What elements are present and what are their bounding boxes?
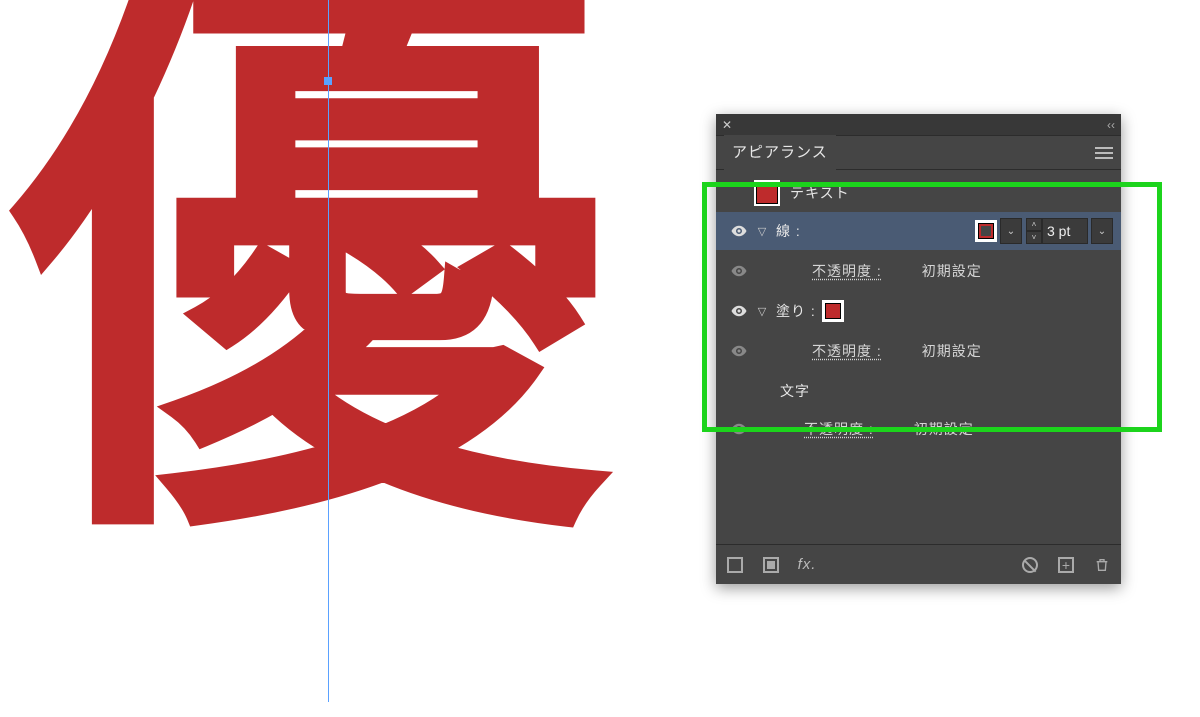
text-fill-swatch[interactable] (754, 180, 780, 206)
guide-anchor-handle[interactable] (324, 77, 332, 85)
eye-icon (730, 222, 748, 240)
characters-label: 文字 (780, 381, 810, 401)
object-opacity-row[interactable]: 不透明度 : 初期設定 (716, 410, 1121, 448)
chevron-down-icon[interactable]: ▽ (754, 225, 770, 238)
clear-appearance-icon[interactable] (1021, 556, 1039, 574)
tab-appearance[interactable]: アピアランス (724, 135, 836, 170)
visibility-toggle-fill[interactable] (724, 302, 754, 320)
stroke-opacity-value: 初期設定 (922, 261, 982, 281)
panel-menu-icon[interactable] (1091, 147, 1113, 159)
appearance-item-characters[interactable]: 文字 (716, 372, 1121, 410)
add-effect-button[interactable]: fx. (798, 556, 816, 574)
fill-label: 塗り : (776, 301, 816, 321)
stroke-weight-stepper[interactable]: ˄ ˅ (1026, 218, 1042, 244)
close-icon[interactable]: ✕ (722, 118, 732, 132)
stroke-label: 線 : (776, 221, 801, 241)
fill-opacity-value: 初期設定 (922, 341, 982, 361)
stepper-up-icon[interactable]: ˄ (1026, 218, 1042, 231)
panel-spacer (716, 448, 1121, 544)
stroke-opacity-label[interactable]: 不透明度 : (812, 261, 882, 281)
new-stroke-icon[interactable] (726, 556, 744, 574)
appearance-item-stroke[interactable]: ▽ 線 : ⌄ ˄ ˅ 3 pt ⌄ (716, 212, 1121, 250)
visibility-toggle-fill-opacity[interactable] (724, 342, 754, 360)
object-opacity-value: 初期設定 (914, 419, 974, 439)
object-opacity-label[interactable]: 不透明度 : (804, 419, 874, 439)
appearance-panel: ✕ ‹‹ アピアランス テキスト ▽ 線 : ⌄ ˄ (716, 114, 1121, 584)
duplicate-item-icon[interactable]: + (1057, 556, 1075, 574)
panel-footer: fx. + (716, 544, 1121, 584)
eye-icon (730, 302, 748, 320)
panel-tab-bar: アピアランス (716, 136, 1121, 170)
stroke-weight-dropdown[interactable]: ⌄ (1091, 218, 1113, 244)
chevron-down-icon[interactable]: ▽ (754, 305, 770, 318)
collapse-panel-icon[interactable]: ‹‹ (1107, 118, 1115, 132)
appearance-item-fill[interactable]: ▽ 塗り : (716, 292, 1121, 330)
canvas-area[interactable]: 優 (0, 0, 700, 717)
eye-icon (730, 420, 748, 438)
eye-icon (730, 262, 748, 280)
stroke-weight-field[interactable]: 3 pt (1042, 218, 1088, 244)
new-fill-icon[interactable] (762, 556, 780, 574)
stepper-down-icon[interactable]: ˅ (1026, 231, 1042, 244)
fill-opacity-label[interactable]: 不透明度 : (812, 341, 882, 361)
delete-item-icon[interactable] (1093, 556, 1111, 574)
visibility-toggle-stroke-opacity[interactable] (724, 262, 754, 280)
stroke-opacity-row[interactable]: 不透明度 : 初期設定 (716, 250, 1121, 292)
fill-color-swatch[interactable] (822, 300, 844, 322)
stroke-color-dropdown[interactable]: ⌄ (1000, 218, 1022, 244)
sample-text-glyph[interactable]: 優 (10, 0, 610, 560)
stroke-color-swatch[interactable] (975, 220, 997, 242)
visibility-toggle-object-opacity[interactable] (724, 420, 754, 438)
visibility-toggle-stroke[interactable] (724, 222, 754, 240)
eye-icon (730, 342, 748, 360)
text-label: テキスト (790, 183, 850, 203)
appearance-item-text[interactable]: テキスト (716, 174, 1121, 212)
fill-opacity-row[interactable]: 不透明度 : 初期設定 (716, 330, 1121, 372)
panel-topbar: ✕ ‹‹ (716, 114, 1121, 136)
vertical-guide[interactable] (328, 0, 329, 702)
panel-body: テキスト ▽ 線 : ⌄ ˄ ˅ 3 pt ⌄ (716, 170, 1121, 544)
